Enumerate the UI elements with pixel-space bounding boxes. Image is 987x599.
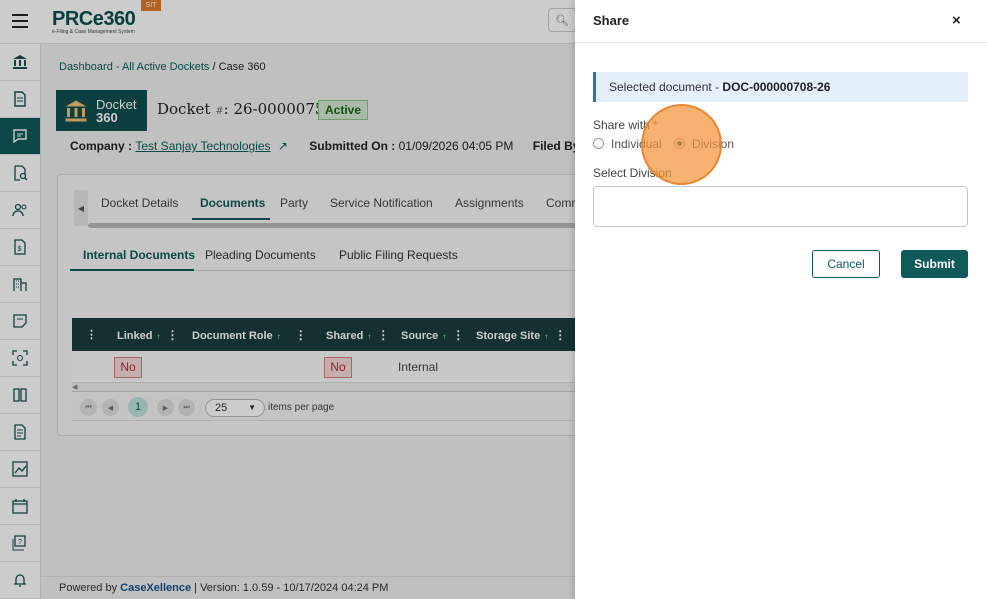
select-division-label: Select Division (593, 166, 672, 180)
radio-individual-label[interactable]: Individual (611, 137, 662, 151)
close-icon[interactable]: × (952, 12, 966, 29)
dialog-title: Share (593, 13, 630, 28)
share-dialog: Share × Selected document - DOC-00000070… (575, 0, 987, 599)
dialog-header: Share × (575, 0, 987, 43)
selected-document-info: Selected document - DOC-000000708-26 (593, 72, 968, 102)
radio-division[interactable] (674, 138, 685, 149)
submit-button[interactable]: Submit (901, 250, 968, 278)
share-with-label: Share with * (593, 118, 658, 132)
selected-document-id: DOC-000000708-26 (722, 80, 831, 94)
radio-division-label[interactable]: Division (692, 137, 734, 151)
cancel-button[interactable]: Cancel (812, 250, 880, 278)
radio-individual[interactable] (593, 138, 604, 149)
division-select[interactable] (593, 186, 968, 227)
